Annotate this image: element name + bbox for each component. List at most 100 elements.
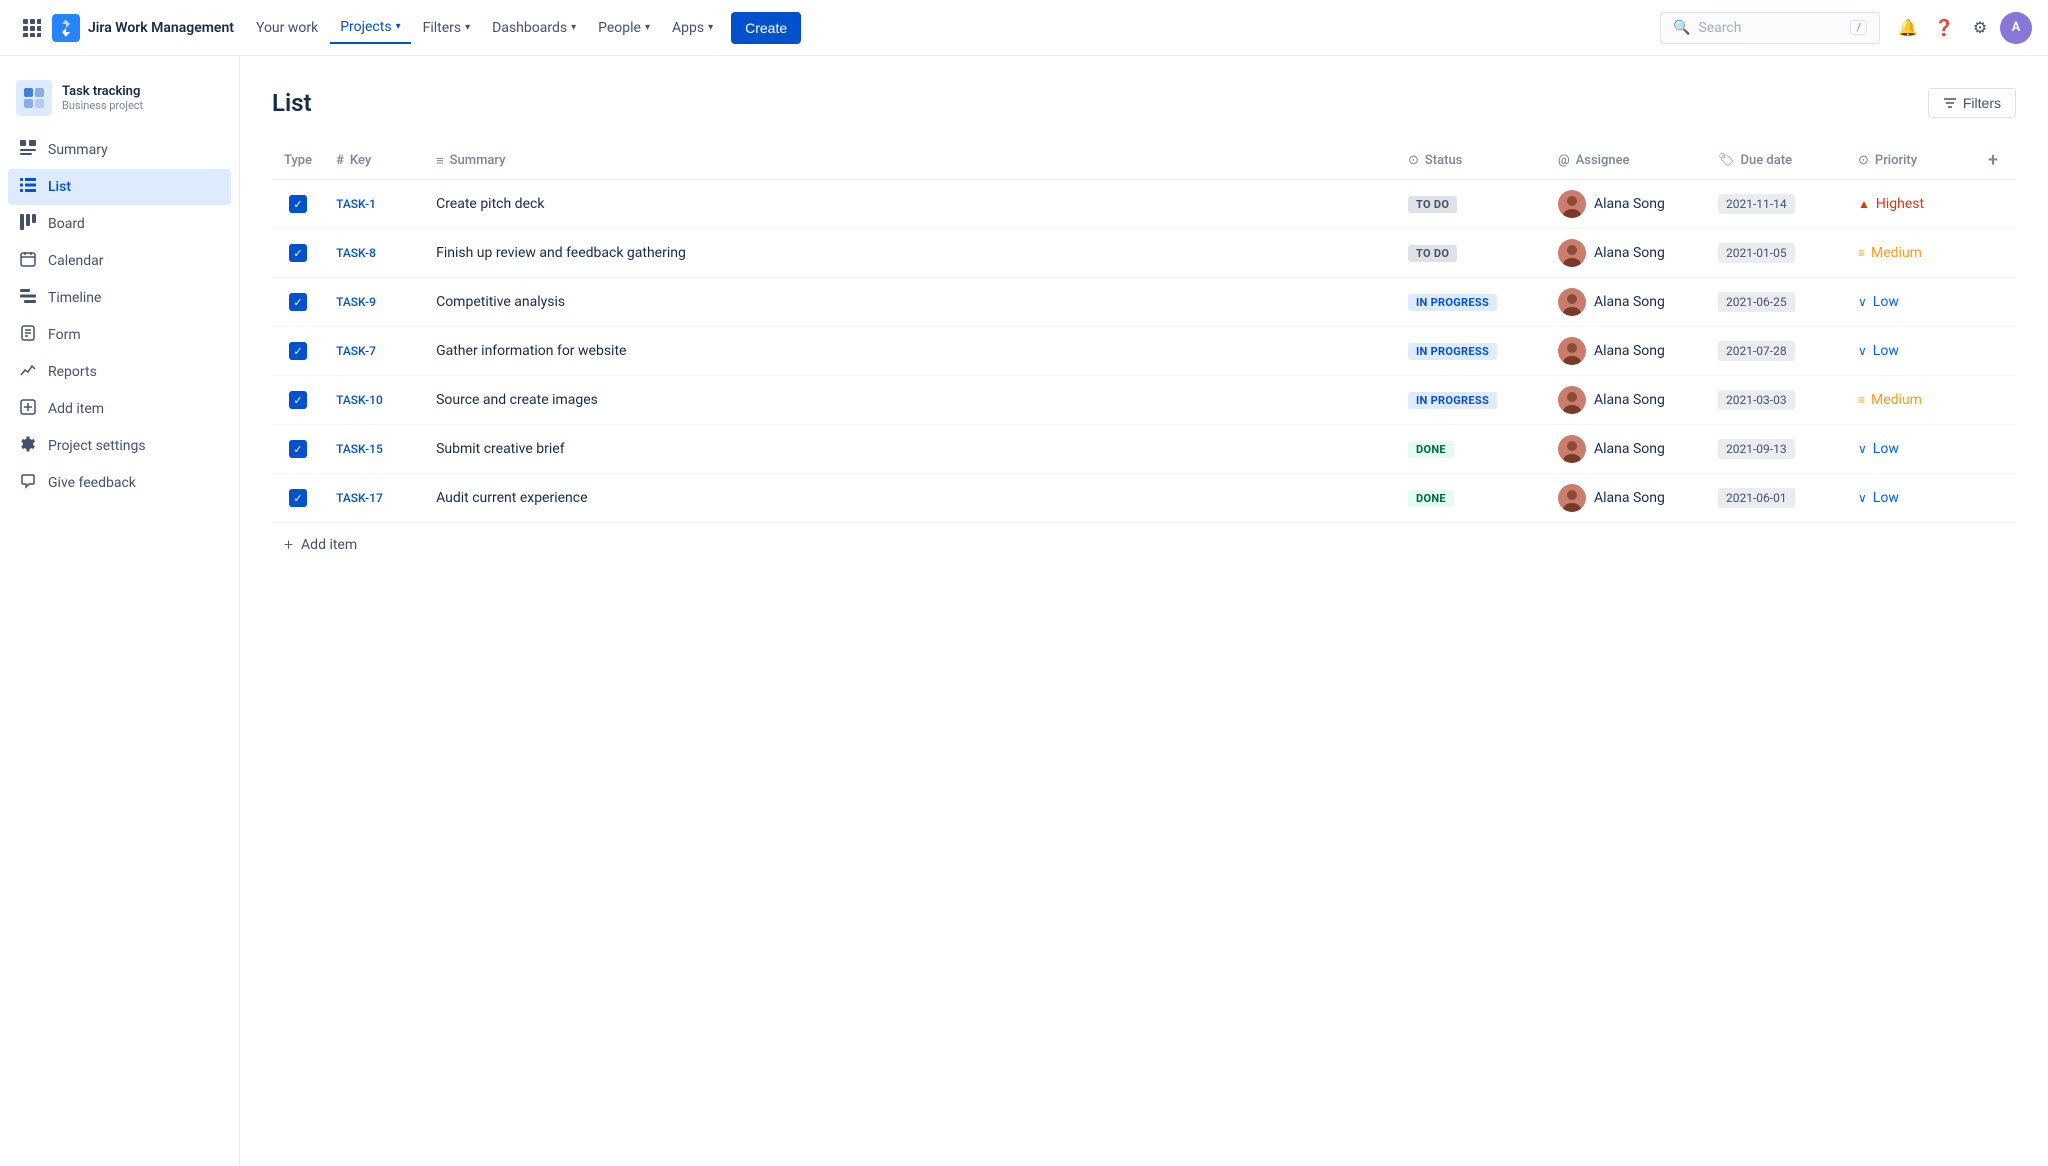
task-checkbox[interactable]: ✓	[289, 342, 307, 360]
task-checkbox[interactable]: ✓	[289, 195, 307, 213]
sidebar-item-timeline[interactable]: Timeline	[8, 280, 231, 316]
priority-cell[interactable]: ∨ Low	[1846, 278, 1976, 327]
sidebar-label-form: Form	[48, 327, 81, 343]
duedate-cell[interactable]: 2021-11-14	[1706, 180, 1846, 229]
assignee-name: Alana Song	[1594, 294, 1665, 310]
create-button[interactable]: Create	[731, 12, 801, 44]
sidebar-item-board[interactable]: Board	[8, 206, 231, 242]
help-icon[interactable]: ❓	[1928, 12, 1960, 44]
summary-cell[interactable]: Gather information for website	[424, 327, 1396, 376]
priority-cell[interactable]: ∨ Low	[1846, 425, 1976, 474]
checkbox-cell[interactable]: ✓	[272, 376, 324, 425]
table-row[interactable]: ✓ TASK-1 Create pitch deck TO DO Alana S…	[272, 180, 2016, 229]
col-summary-header[interactable]: ≡ Summary	[424, 142, 1396, 180]
task-key[interactable]: TASK-10	[336, 393, 383, 407]
sidebar-item-list[interactable]: List	[8, 169, 231, 205]
sidebar-item-project-settings[interactable]: Project settings	[8, 428, 231, 464]
sidebar-item-calendar[interactable]: Calendar	[8, 243, 231, 279]
col-assignee-header[interactable]: @ Assignee	[1546, 142, 1706, 180]
duedate-cell[interactable]: 2021-06-01	[1706, 474, 1846, 523]
status-cell[interactable]: IN PROGRESS	[1396, 376, 1546, 425]
checkbox-cell[interactable]: ✓	[272, 229, 324, 278]
summary-cell[interactable]: Submit creative brief	[424, 425, 1396, 474]
table-row[interactable]: ✓ TASK-7 Gather information for website …	[272, 327, 2016, 376]
task-key[interactable]: TASK-17	[336, 491, 383, 505]
table-row[interactable]: ✓ TASK-9 Competitive analysis IN PROGRES…	[272, 278, 2016, 327]
task-key[interactable]: TASK-7	[336, 344, 376, 358]
add-item-row[interactable]: + Add item	[272, 523, 2016, 567]
add-item-icon	[18, 399, 38, 419]
task-checkbox[interactable]: ✓	[289, 244, 307, 262]
status-cell[interactable]: DONE	[1396, 474, 1546, 523]
checkbox-cell[interactable]: ✓	[272, 474, 324, 523]
col-status-header[interactable]: ⊙ Status	[1396, 142, 1546, 180]
nav-apps[interactable]: Apps ▾	[662, 12, 723, 44]
user-avatar[interactable]: A	[2000, 12, 2032, 44]
task-key[interactable]: TASK-9	[336, 295, 376, 309]
priority-cell[interactable]: ▲ Highest	[1846, 180, 1976, 229]
nav-people[interactable]: People ▾	[588, 12, 660, 44]
task-key[interactable]: TASK-8	[336, 246, 376, 260]
status-cell[interactable]: DONE	[1396, 425, 1546, 474]
add-column-icon[interactable]: +	[1988, 150, 1998, 171]
app-logo[interactable]: Jira Work Management	[52, 14, 234, 42]
task-checkbox[interactable]: ✓	[289, 391, 307, 409]
checkbox-cell[interactable]: ✓	[272, 327, 324, 376]
checkbox-cell[interactable]: ✓	[272, 278, 324, 327]
duedate-cell[interactable]: 2021-03-03	[1706, 376, 1846, 425]
add-item-cell[interactable]: + Add item	[272, 523, 2016, 567]
summary-cell[interactable]: Finish up review and feedback gathering	[424, 229, 1396, 278]
priority-cell[interactable]: ≡ Medium	[1846, 229, 1976, 278]
checkbox-cell[interactable]: ✓	[272, 180, 324, 229]
task-key[interactable]: TASK-1	[336, 197, 376, 211]
summary-cell[interactable]: Competitive analysis	[424, 278, 1396, 327]
duedate-cell[interactable]: 2021-06-25	[1706, 278, 1846, 327]
notifications-icon[interactable]: 🔔	[1892, 12, 1924, 44]
priority-value: ∨ Low	[1858, 294, 1964, 310]
sidebar-item-add-item[interactable]: Add item	[8, 391, 231, 427]
duedate-cell[interactable]: 2021-09-13	[1706, 425, 1846, 474]
duedate-cell[interactable]: 2021-07-28	[1706, 327, 1846, 376]
nav-dashboards[interactable]: Dashboards ▾	[482, 12, 586, 44]
priority-cell[interactable]: ∨ Low	[1846, 474, 1976, 523]
grid-menu-icon[interactable]	[16, 12, 48, 44]
task-list-table: Type # Key ≡ Summary	[272, 142, 2016, 566]
col-add-header[interactable]: +	[1976, 142, 2016, 180]
status-cell[interactable]: TO DO	[1396, 229, 1546, 278]
summary-cell[interactable]: Audit current experience	[424, 474, 1396, 523]
priority-cell[interactable]: ∨ Low	[1846, 327, 1976, 376]
checkbox-cell[interactable]: ✓	[272, 425, 324, 474]
board-icon	[18, 214, 38, 234]
status-cell[interactable]: TO DO	[1396, 180, 1546, 229]
sidebar-item-summary[interactable]: Summary	[8, 132, 231, 168]
nav-your-work[interactable]: Your work	[246, 12, 328, 44]
priority-value: ≡ Medium	[1858, 245, 1964, 261]
timeline-icon	[18, 288, 38, 308]
task-checkbox[interactable]: ✓	[289, 293, 307, 311]
avatar	[1558, 190, 1586, 218]
col-key-header[interactable]: # Key	[324, 142, 424, 180]
table-row[interactable]: ✓ TASK-15 Submit creative brief DONE Ala…	[272, 425, 2016, 474]
priority-cell[interactable]: ≡ Medium	[1846, 376, 1976, 425]
summary-cell[interactable]: Create pitch deck	[424, 180, 1396, 229]
task-checkbox[interactable]: ✓	[289, 440, 307, 458]
col-priority-header[interactable]: ⊙ Priority	[1846, 142, 1976, 180]
duedate-cell[interactable]: 2021-01-05	[1706, 229, 1846, 278]
table-row[interactable]: ✓ TASK-8 Finish up review and feedback g…	[272, 229, 2016, 278]
sidebar-item-form[interactable]: Form	[8, 317, 231, 353]
task-checkbox[interactable]: ✓	[289, 489, 307, 507]
status-cell[interactable]: IN PROGRESS	[1396, 327, 1546, 376]
nav-projects[interactable]: Projects ▾	[330, 12, 410, 44]
table-row[interactable]: ✓ TASK-17 Audit current experience DONE …	[272, 474, 2016, 523]
search-box[interactable]: 🔍 Search /	[1660, 12, 1880, 44]
filters-button[interactable]: Filters	[1928, 88, 2016, 118]
sidebar-item-give-feedback[interactable]: Give feedback	[8, 465, 231, 501]
summary-cell[interactable]: Source and create images	[424, 376, 1396, 425]
sidebar-item-reports[interactable]: Reports	[8, 354, 231, 390]
nav-filters[interactable]: Filters ▾	[413, 12, 481, 44]
status-cell[interactable]: IN PROGRESS	[1396, 278, 1546, 327]
table-row[interactable]: ✓ TASK-10 Source and create images IN PR…	[272, 376, 2016, 425]
task-key[interactable]: TASK-15	[336, 442, 383, 456]
settings-icon[interactable]: ⚙	[1964, 12, 1996, 44]
col-duedate-header[interactable]: 🏷 Due date	[1706, 142, 1846, 180]
